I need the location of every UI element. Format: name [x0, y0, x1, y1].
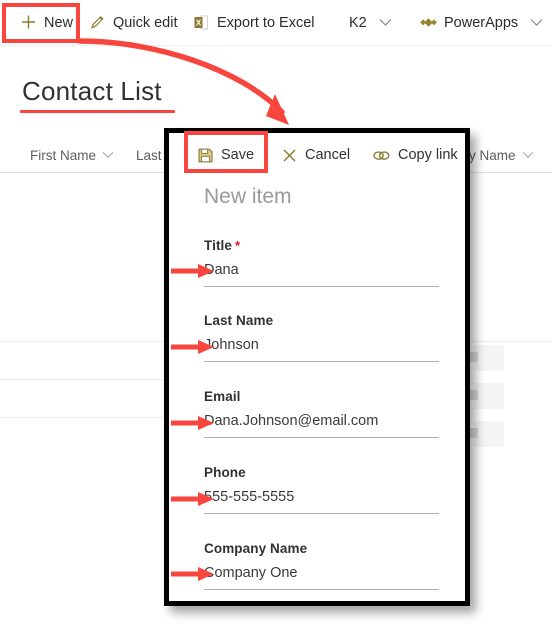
pencil-icon — [89, 14, 106, 31]
excel-icon: X — [193, 14, 210, 31]
field-last-name: Last Name Johnson — [204, 313, 439, 362]
phone-value-arrow-annotation — [171, 492, 214, 506]
screenshot-stage: New Quick edit X Export to Excel K2 Powe… — [0, 0, 552, 624]
column-header-first-name[interactable]: First Name — [30, 140, 114, 171]
copy-link-button[interactable]: Copy link — [372, 133, 458, 177]
k2-label: K2 — [349, 14, 367, 31]
field-last-name-input[interactable]: Johnson — [204, 337, 439, 362]
column-header-company-name[interactable]: y Name — [469, 140, 534, 171]
field-last-name-label: Last Name — [204, 313, 274, 328]
field-phone-input[interactable]: 555-555-5555 — [204, 489, 439, 514]
save-button-highlight-annotation — [184, 131, 268, 173]
quick-edit-label: Quick edit — [113, 14, 178, 31]
field-phone-label: Phone — [204, 465, 246, 480]
list-row-checkbox — [470, 352, 478, 362]
list-row-placeholder — [474, 421, 504, 447]
list-row-checkbox — [470, 390, 478, 400]
page-title-underline-annotation — [20, 110, 175, 113]
list-row-placeholder — [474, 345, 504, 371]
field-company-name-input[interactable]: Company One — [204, 565, 439, 590]
title-value-arrow-annotation — [171, 264, 214, 278]
quick-edit-button[interactable]: Quick edit — [89, 0, 177, 45]
new-item-panel: Save Cancel Copy link New item Title * D… — [164, 128, 470, 606]
export-to-excel-button[interactable]: X Export to Excel — [193, 0, 315, 45]
column-header-last-name[interactable]: Last — [136, 140, 162, 171]
powerapps-menu[interactable]: PowerApps — [420, 0, 543, 45]
command-bar: New Quick edit X Export to Excel K2 Powe… — [0, 0, 552, 46]
field-email-label: Email — [204, 389, 241, 404]
cancel-button-label: Cancel — [305, 147, 351, 163]
column-header-last-name-label: Last — [136, 148, 162, 163]
field-title: Title * Dana — [204, 238, 439, 287]
powerapps-label: PowerApps — [444, 14, 519, 31]
field-email: Email Dana.Johnson@email.com — [204, 389, 439, 438]
field-title-input[interactable]: Dana — [204, 262, 439, 287]
last-name-value-arrow-annotation — [171, 340, 214, 354]
field-company-name: Company Name Company One — [204, 541, 439, 590]
chevron-down-icon — [522, 150, 534, 162]
list-row-placeholder — [474, 383, 504, 409]
list-row-checkbox — [470, 428, 478, 438]
required-asterisk: * — [235, 238, 241, 253]
new-button-highlight-annotation — [2, 3, 80, 43]
field-phone: Phone 555-555-5555 — [204, 465, 439, 514]
cancel-button[interactable]: Cancel — [281, 133, 350, 177]
field-email-input[interactable]: Dana.Johnson@email.com — [204, 413, 439, 438]
company-name-value-arrow-annotation — [171, 567, 214, 581]
chevron-down-icon — [102, 150, 114, 162]
email-value-arrow-annotation — [171, 416, 214, 430]
list-row-divider — [0, 379, 165, 380]
field-title-label: Title * — [204, 238, 439, 253]
column-header-company-name-label: y Name — [469, 148, 516, 163]
chevron-down-icon — [379, 16, 392, 30]
k2-menu[interactable]: K2 — [349, 0, 392, 45]
chevron-down-icon — [530, 16, 543, 30]
link-icon — [372, 148, 391, 163]
export-to-excel-label: Export to Excel — [217, 14, 315, 31]
powerapps-icon — [420, 14, 437, 31]
column-header-first-name-label: First Name — [30, 148, 97, 163]
field-company-name-label: Company Name — [204, 541, 308, 556]
copy-link-button-label: Copy link — [398, 147, 458, 163]
panel-heading: New item — [204, 185, 292, 208]
field-title-label-text: Title — [204, 238, 233, 253]
close-icon — [281, 147, 298, 164]
svg-text:X: X — [196, 19, 202, 28]
page-title: Contact List — [22, 76, 162, 106]
list-row-divider — [0, 417, 165, 418]
